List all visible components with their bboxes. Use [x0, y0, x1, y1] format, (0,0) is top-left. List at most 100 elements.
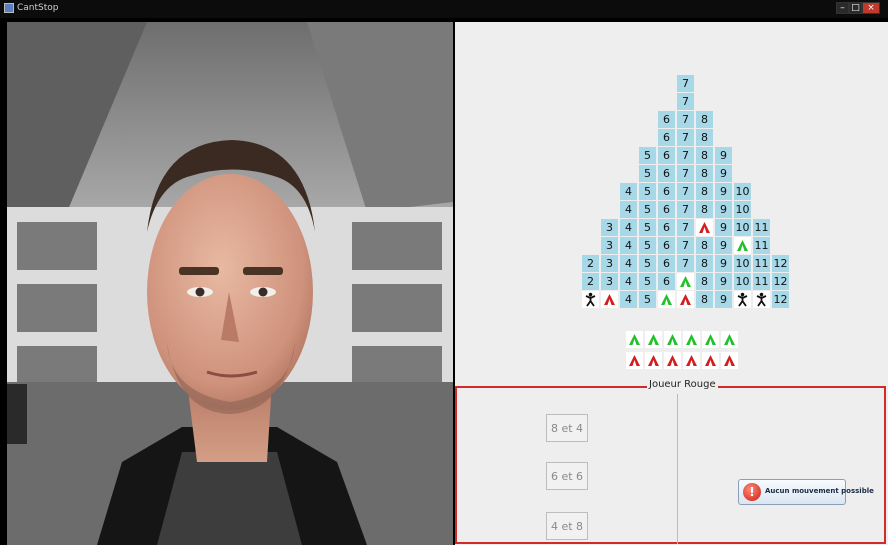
board-cell: 2: [582, 273, 599, 290]
board-cell: 9: [715, 201, 732, 218]
game-board: 7 7 6 7 8 6 7 8 5 6 7 8 9 5 6 7 8 9 4 5 6 7 8 9 10 4 5 6 7 8 9 10 3 4 5 6 7 9…: [455, 22, 888, 382]
board-cell: 8: [696, 291, 713, 308]
choice-button[interactable]: 4 et 8: [546, 512, 588, 540]
green-tent-icon: [658, 291, 675, 308]
board-cell: 11: [753, 219, 770, 236]
green-tent-icon: [677, 273, 694, 290]
board-cell: 7: [677, 219, 694, 236]
warning-icon: !: [743, 483, 761, 501]
board-cell: 7: [677, 129, 694, 146]
red-tent-icon: [677, 291, 694, 308]
red-tent-icon: [720, 352, 738, 369]
board-cell: 6: [658, 219, 675, 236]
board-cell: 6: [658, 147, 675, 164]
green-tent-icon: [663, 331, 681, 348]
board-cell: 4: [620, 201, 637, 218]
maximize-button[interactable]: □: [849, 2, 862, 14]
red-tent-icon: [644, 352, 662, 369]
board-cell: 6: [658, 237, 675, 254]
board-cell: 12: [772, 273, 789, 290]
no-move-button[interactable]: ! Aucun mouvement possible: [738, 479, 874, 505]
board-cell: 8: [696, 111, 713, 128]
choice-button[interactable]: 6 et 6: [546, 462, 588, 490]
board-cell: 8: [696, 165, 713, 182]
board-cell: 4: [620, 237, 637, 254]
board-cell: 7: [677, 255, 694, 272]
board-cell: 5: [639, 219, 656, 236]
board-cell: 9: [715, 273, 732, 290]
board-cell: 7: [677, 201, 694, 218]
board-cell: 5: [639, 201, 656, 218]
player-panel: Joueur Rouge 8 et 4 6 et 6 4 et 8 ! Aucu…: [455, 379, 886, 544]
climber-icon: [582, 291, 599, 308]
board-cell: 11: [753, 237, 770, 254]
board-cell: 7: [677, 111, 694, 128]
board-cell: 6: [658, 111, 675, 128]
board-cell: 6: [658, 273, 675, 290]
board-cell: 12: [772, 291, 789, 308]
red-tent-icon: [625, 352, 643, 369]
green-tent-icon: [644, 331, 662, 348]
board-cell: 5: [639, 291, 656, 308]
no-move-label: Aucun mouvement possible: [765, 487, 874, 495]
board-cell: 4: [620, 255, 637, 272]
board-cell: 5: [639, 237, 656, 254]
green-tent-icon: [625, 331, 643, 348]
board-cell: 7: [677, 75, 694, 92]
board-cell: 10: [734, 201, 751, 218]
board-cell: 4: [620, 273, 637, 290]
board-cell: 5: [639, 255, 656, 272]
red-tent-icon: [696, 219, 713, 236]
climber-icon: [734, 291, 751, 308]
board-cell: 8: [696, 237, 713, 254]
virtual-agent-view: [7, 22, 453, 545]
board-cell: 7: [677, 165, 694, 182]
board-cell: 5: [639, 183, 656, 200]
minimize-button[interactable]: –: [836, 2, 849, 14]
board-cell: 6: [658, 255, 675, 272]
board-cell: 8: [696, 183, 713, 200]
board-cell: 4: [620, 219, 637, 236]
board-cell: 4: [620, 291, 637, 308]
board-cell: 5: [639, 147, 656, 164]
board-cell: 5: [639, 273, 656, 290]
app-icon: [4, 3, 14, 13]
green-tent-icon: [720, 331, 738, 348]
board-cell: 11: [753, 255, 770, 272]
board-cell: 6: [658, 165, 675, 182]
choice-button[interactable]: 8 et 4: [546, 414, 588, 442]
board-cell: 4: [620, 183, 637, 200]
board-cell: 8: [696, 273, 713, 290]
climber-icon: [753, 291, 770, 308]
red-tent-icon: [701, 352, 719, 369]
board-cell: 6: [658, 183, 675, 200]
board-cell: 7: [677, 237, 694, 254]
board-cell: 3: [601, 237, 618, 254]
board-cell: 9: [715, 219, 732, 236]
board-cell: 6: [658, 201, 675, 218]
red-tent-icon: [601, 291, 618, 308]
board-cell: 3: [601, 219, 618, 236]
move-choices: 8 et 4 6 et 6 4 et 8: [457, 394, 678, 544]
board-cell: 12: [772, 255, 789, 272]
green-tent-icon: [682, 331, 700, 348]
green-tent-icon: [734, 237, 751, 254]
board-cell: 11: [753, 273, 770, 290]
board-cell: 8: [696, 129, 713, 146]
board-cell: 8: [696, 255, 713, 272]
close-button[interactable]: ×: [862, 2, 880, 14]
window-controls: – □ ×: [836, 2, 880, 14]
board-cell: 6: [658, 129, 675, 146]
board-cell: 7: [677, 147, 694, 164]
red-tent-icon: [682, 352, 700, 369]
board-cell: 10: [734, 273, 751, 290]
virtual-agent-image: [7, 22, 453, 545]
board-cell: 7: [677, 93, 694, 110]
board-cell: 10: [734, 255, 751, 272]
board-cell: 7: [677, 183, 694, 200]
board-cell: 9: [715, 165, 732, 182]
window-title: CantStop: [17, 3, 59, 13]
game-panel: 7 7 6 7 8 6 7 8 5 6 7 8 9 5 6 7 8 9 4 5 6 7 8 9 10 4 5 6 7 8 9 10 3 4 5 6 7 9…: [455, 22, 888, 545]
green-tent-icon: [701, 331, 719, 348]
board-cell: 9: [715, 237, 732, 254]
